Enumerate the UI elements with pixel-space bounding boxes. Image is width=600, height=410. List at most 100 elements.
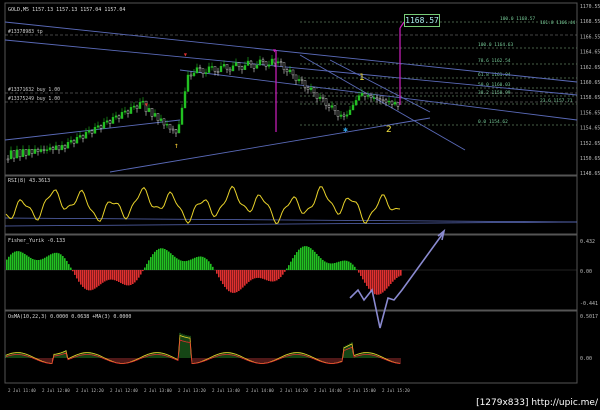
fisher-bar — [156, 249, 158, 270]
fisher-bar — [110, 270, 112, 280]
fisher-bar — [122, 270, 124, 285]
fisher-bar — [46, 256, 48, 270]
fisher-bar — [44, 257, 46, 270]
fisher-bar — [32, 258, 34, 270]
candle-body — [36, 149, 40, 152]
fisher-bar — [314, 251, 316, 270]
fisher-bar — [346, 260, 348, 270]
candle-body — [381, 99, 385, 102]
fisher-bar — [42, 258, 44, 270]
fisher-bar — [174, 256, 176, 270]
up-arrow-icon: ↑ — [174, 141, 179, 150]
candle-body — [246, 60, 250, 66]
price-tick: 1158.65 — [580, 95, 600, 101]
candle-body — [138, 102, 142, 109]
candle-body — [30, 148, 34, 154]
candle-body — [285, 69, 289, 73]
candle-body — [99, 125, 103, 129]
fisher-bar — [222, 270, 224, 285]
price-tick: 1168.55 — [580, 19, 600, 25]
symbol-header: GOLD,M5 1157.13 1157.13 1157.04 1157.04 — [8, 7, 125, 13]
fisher-bar — [116, 270, 118, 282]
candle-body — [258, 59, 262, 66]
fisher-bar — [298, 249, 300, 270]
fisher-bar — [384, 270, 386, 291]
candle-body — [276, 61, 280, 64]
fisher-bar — [360, 270, 362, 276]
time-axis: 2 Jul 11:40 2 Jul 12:00 2 Jul 12:20 2 Jul 1… — [8, 388, 410, 393]
fisher-bar — [88, 270, 90, 291]
price-tick: 1166.55 — [580, 34, 600, 40]
fisher-bar — [232, 270, 234, 293]
candle-body — [210, 66, 214, 68]
fisher-bar — [168, 251, 170, 270]
fisher-bar — [352, 264, 354, 270]
candle-body — [297, 79, 301, 82]
fisher-bar — [108, 270, 110, 280]
fisher-bar — [48, 255, 50, 270]
fisher-bar — [312, 249, 314, 270]
fisher-bar — [374, 270, 376, 295]
fisher-bar — [190, 259, 192, 270]
fisher-bar — [164, 249, 166, 270]
fisher-bar — [40, 259, 42, 270]
fib-label: 0.0 1154.62 — [478, 119, 508, 125]
candle-body — [249, 60, 253, 65]
fisher-bar — [326, 262, 328, 270]
fisher-bar — [144, 267, 146, 270]
fisher-bar — [98, 270, 100, 286]
time-tick: 2 Jul 14:20 — [280, 388, 308, 393]
osma-pane[interactable] — [4, 310, 578, 384]
fisher-bar — [258, 270, 260, 278]
candle-body — [240, 66, 244, 70]
fisher-bar — [26, 255, 28, 270]
candle-body — [24, 149, 28, 156]
fisher-bar — [336, 262, 338, 270]
fisher-bar — [112, 270, 114, 280]
candle-body — [165, 123, 169, 126]
time-tick: 2 Jul 13:40 — [212, 388, 240, 393]
time-tick: 2 Jul 14:40 — [314, 388, 342, 393]
candle-body — [303, 80, 307, 88]
fisher-bar — [316, 253, 318, 270]
candle-body — [237, 62, 241, 67]
fisher-bar — [178, 259, 180, 270]
candle-body — [129, 107, 133, 114]
candle-body — [393, 102, 397, 105]
price-pane[interactable] — [4, 2, 578, 176]
fisher-bar — [306, 246, 308, 270]
fisher-bar — [34, 259, 36, 270]
fisher-bar — [202, 256, 204, 270]
price-tick: 1170.55 — [580, 4, 600, 10]
fisher-bar — [274, 270, 276, 282]
candle-body — [21, 149, 25, 158]
candle-body — [183, 91, 187, 109]
fisher-bar — [206, 259, 208, 270]
candle-body — [294, 74, 298, 82]
chart-window[interactable]: 100.0 1168.57 161.8 1166.44 100.0 1164.6… — [0, 0, 600, 410]
time-tick: 2 Jul 12:00 — [42, 388, 70, 393]
fisher-bar — [102, 270, 104, 283]
fisher-bar — [246, 270, 248, 284]
candle-body — [243, 65, 247, 70]
fisher-bar — [358, 270, 360, 273]
candle-body — [153, 113, 157, 117]
candle-body — [264, 61, 268, 67]
price-tick: 1160.65 — [580, 80, 600, 86]
candle-body — [366, 95, 370, 97]
candle-body — [201, 68, 205, 74]
candle-body — [342, 114, 346, 117]
fisher-bar — [12, 252, 14, 270]
fisher-bar — [290, 261, 292, 270]
fisher-bar — [118, 270, 120, 283]
candle-body — [321, 96, 325, 99]
candle-body — [114, 115, 118, 118]
candle-body — [207, 66, 211, 73]
price-axis: 1170.55 1168.55 1166.55 1164.65 1162.65 1160.… — [580, 4, 600, 177]
candle-body — [357, 95, 361, 101]
fisher-bar — [240, 270, 242, 290]
time-tick: 2 Jul 11:40 — [8, 388, 36, 393]
fisher-bar — [10, 254, 12, 270]
fisher-bar — [170, 253, 172, 270]
fisher-bar — [376, 270, 378, 295]
